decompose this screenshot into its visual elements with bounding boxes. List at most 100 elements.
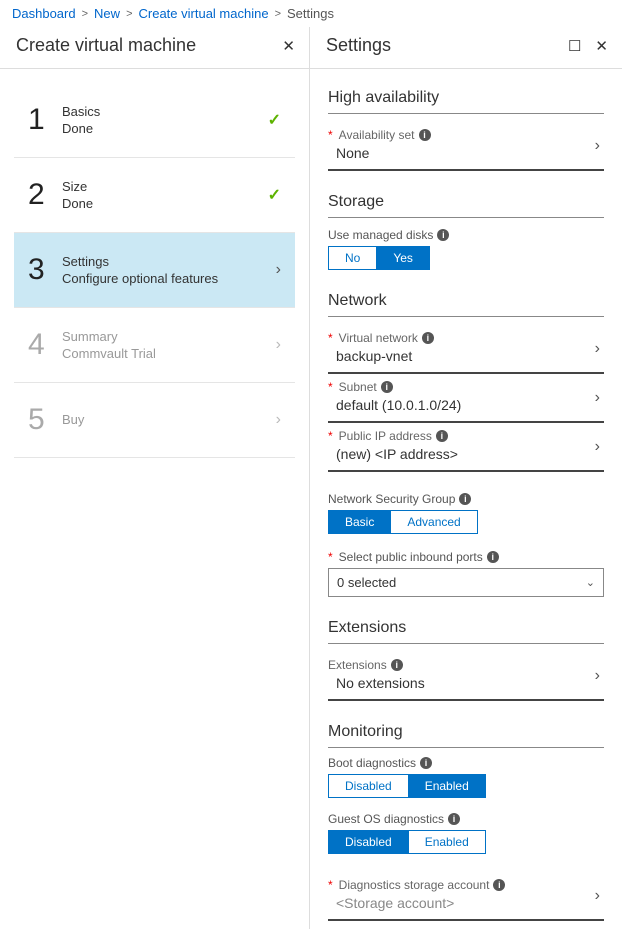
step-title: Buy [62, 412, 276, 427]
field-public-ip[interactable]: *Public IP address i (new) <IP address> … [328, 423, 604, 472]
required-icon: * [328, 331, 333, 345]
info-icon[interactable]: i [391, 659, 403, 671]
field-availability-set[interactable]: * Availability set i None › [328, 122, 604, 171]
steps-list: 1 Basics Done ✓ 2 Size Done ✓ 3 Settings [0, 68, 309, 458]
right-panel: Settings ☐ ✕ High availability *Availabi… [310, 27, 622, 929]
info-icon[interactable]: i [420, 757, 432, 769]
left-panel-title: Create virtual machine [16, 35, 196, 56]
required-icon: * [328, 429, 333, 443]
toggle-nsg: Basic Advanced [328, 510, 604, 534]
step-title: Basics [62, 104, 268, 119]
field-label: Diagnostics storage account [339, 878, 490, 892]
step-title: Settings [62, 254, 276, 269]
section-network: Network [328, 292, 604, 310]
section-monitoring: Monitoring [328, 723, 604, 741]
divider [328, 747, 604, 748]
info-icon[interactable]: i [448, 813, 460, 825]
toggle-advanced[interactable]: Advanced [390, 510, 477, 534]
chevron-right-icon: › [276, 261, 281, 279]
field-virtual-network[interactable]: *Virtual network i backup-vnet › [328, 325, 604, 374]
info-icon[interactable]: i [437, 229, 449, 241]
step-summary[interactable]: 4 Summary Commvault Trial › [14, 308, 295, 383]
step-buy[interactable]: 5 Buy › [14, 383, 295, 458]
step-title: Size [62, 179, 268, 194]
chevron-right-icon: › [595, 340, 600, 358]
field-label: Guest OS diagnostics [328, 812, 444, 826]
field-label: Select public inbound ports [339, 550, 483, 564]
step-title: Summary [62, 329, 276, 344]
chevron-right-icon: › [595, 887, 600, 905]
divider [328, 217, 604, 218]
breadcrumb-create-vm[interactable]: Create virtual machine [139, 6, 269, 21]
toggle-basic[interactable]: Basic [328, 510, 390, 534]
dropdown-value: 0 selected [337, 575, 396, 590]
step-subtitle: Commvault Trial [62, 346, 276, 361]
required-icon: * [328, 550, 333, 564]
step-subtitle: Done [62, 121, 268, 136]
chevron-right-icon: › [595, 389, 600, 407]
breadcrumb-dashboard[interactable]: Dashboard [12, 6, 76, 21]
chevron-right-icon: › [595, 137, 600, 155]
info-icon[interactable]: i [436, 430, 448, 442]
toggle-disabled[interactable]: Disabled [328, 774, 408, 798]
chevron-right-icon: › [276, 336, 281, 354]
step-subtitle: Configure optional features [62, 271, 276, 286]
toggle-managed-disks: No Yes [328, 246, 604, 270]
field-subnet[interactable]: * Subnet i default (10.0.1.0/24) › [328, 374, 604, 423]
toggle-disabled[interactable]: Disabled [328, 830, 408, 854]
maximize-icon[interactable]: ☐ [568, 37, 581, 55]
divider [328, 316, 604, 317]
field-value: backup-vnet [328, 348, 604, 364]
info-icon[interactable]: i [422, 332, 434, 344]
toggle-guest-diagnostics: Disabled Enabled [328, 830, 604, 854]
info-icon[interactable]: i [459, 493, 471, 505]
field-label: Public IP address [339, 429, 432, 443]
chevron-right-icon: > [126, 8, 132, 20]
close-icon[interactable]: ✕ [282, 37, 295, 55]
toggle-yes[interactable]: Yes [376, 246, 430, 270]
step-number: 2 [28, 178, 62, 212]
field-label: Boot diagnostics [328, 756, 416, 770]
field-value: default (10.0.1.0/24) [328, 397, 604, 413]
toggle-enabled[interactable]: Enabled [408, 830, 486, 854]
section-storage: Storage [328, 193, 604, 211]
step-settings[interactable]: 3 Settings Configure optional features › [14, 233, 295, 308]
info-icon[interactable]: i [493, 879, 505, 891]
step-basics[interactable]: 1 Basics Done ✓ [14, 83, 295, 158]
field-label: Availability set [339, 128, 415, 142]
info-icon[interactable]: i [419, 129, 431, 141]
field-extensions[interactable]: Extensions i No extensions › [328, 652, 604, 701]
left-panel: Create virtual machine ✕ 1 Basics Done ✓… [0, 27, 310, 929]
toggle-no[interactable]: No [328, 246, 376, 270]
chevron-right-icon: > [275, 8, 281, 20]
field-label: Subnet [339, 380, 377, 394]
info-icon[interactable]: i [487, 551, 499, 563]
chevron-down-icon: ⌄ [586, 576, 595, 589]
dropdown-inbound-ports[interactable]: 0 selected ⌄ [328, 568, 604, 597]
toggle-enabled[interactable]: Enabled [408, 774, 486, 798]
step-size[interactable]: 2 Size Done ✓ [14, 158, 295, 233]
field-value: <Storage account> [328, 895, 604, 911]
breadcrumb-new[interactable]: New [94, 6, 120, 21]
section-extensions: Extensions [328, 619, 604, 637]
chevron-right-icon: › [595, 667, 600, 685]
required-icon: * [328, 380, 333, 394]
close-icon[interactable]: ✕ [595, 37, 608, 55]
field-label: Use managed disks [328, 228, 433, 242]
required-icon: * [328, 128, 333, 142]
info-icon[interactable]: i [381, 381, 393, 393]
field-label: Extensions [328, 658, 387, 672]
step-number: 4 [28, 328, 62, 362]
section-high-availability: High availability [328, 89, 604, 107]
divider [328, 643, 604, 644]
chevron-right-icon: › [276, 411, 281, 429]
field-value: None [328, 145, 604, 161]
chevron-right-icon: > [82, 8, 88, 20]
check-icon: ✓ [268, 110, 281, 130]
field-value: (new) <IP address> [328, 446, 604, 462]
step-number: 1 [28, 103, 62, 137]
breadcrumb-current: Settings [287, 6, 334, 21]
divider [328, 113, 604, 114]
field-diagnostics-storage[interactable]: *Diagnostics storage account i <Storage … [328, 872, 604, 921]
step-subtitle: Done [62, 196, 268, 211]
